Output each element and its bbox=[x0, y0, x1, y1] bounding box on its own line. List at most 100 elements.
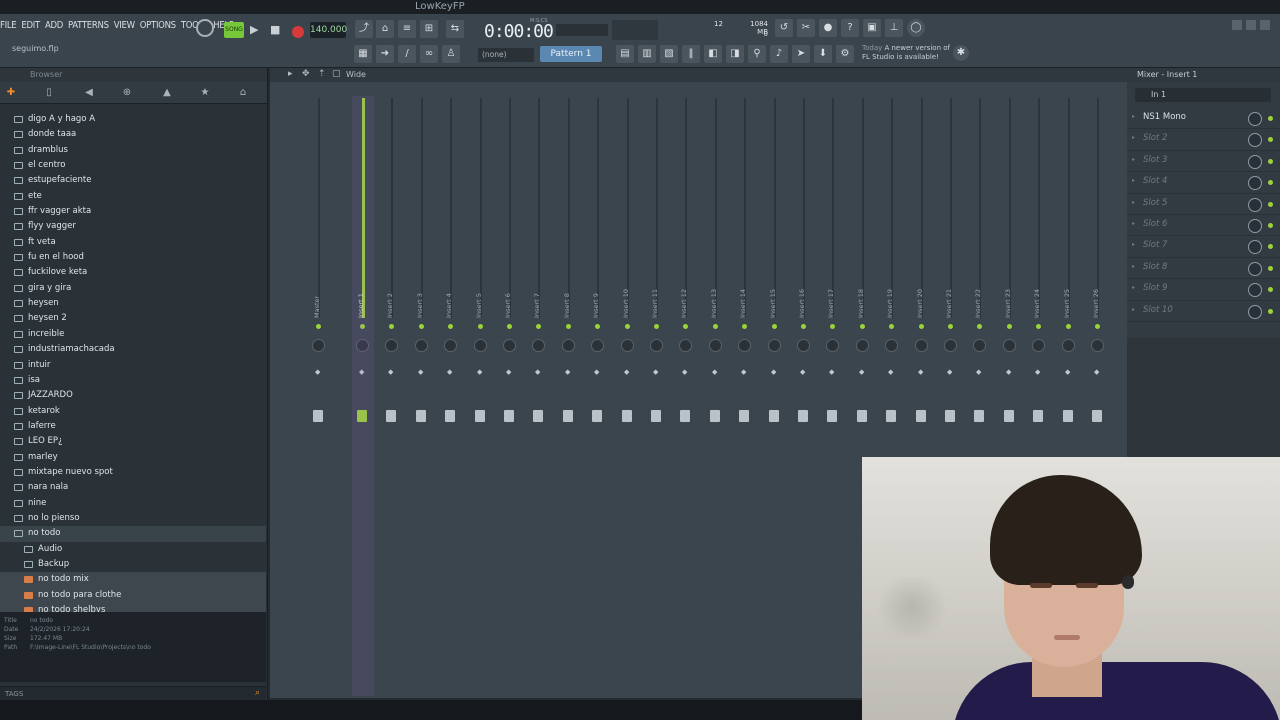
strip-label[interactable]: Insert 17 bbox=[827, 278, 837, 318]
menu-add[interactable]: ADD bbox=[45, 20, 63, 31]
stereo-separation-icon[interactable]: ◆ bbox=[859, 368, 864, 376]
slot-enable-led[interactable] bbox=[1268, 116, 1273, 121]
stop-button[interactable]: ■ bbox=[270, 22, 282, 38]
strip-label[interactable]: Insert 2 bbox=[386, 278, 396, 318]
pan-knob[interactable] bbox=[385, 339, 398, 352]
loop-record-icon[interactable]: ⇆ bbox=[446, 20, 464, 38]
slot-enable-led[interactable] bbox=[1268, 158, 1273, 164]
volume-fader[interactable] bbox=[313, 410, 323, 422]
effect-slot[interactable]: ▸ Slot 9 bbox=[1127, 279, 1280, 301]
mute-led[interactable] bbox=[977, 324, 982, 329]
volume-fader[interactable] bbox=[974, 410, 984, 422]
mute-led[interactable] bbox=[1007, 324, 1012, 329]
folder-item[interactable]: no todo bbox=[0, 526, 266, 542]
mixer-move-icon[interactable]: ✥ bbox=[302, 69, 310, 79]
browser-network-icon[interactable]: ⊕ bbox=[120, 86, 134, 100]
volume-fader[interactable] bbox=[798, 410, 808, 422]
slot-enable-led[interactable] bbox=[1268, 201, 1273, 207]
pan-knob[interactable] bbox=[709, 339, 722, 352]
strip-label[interactable]: Insert 24 bbox=[1033, 278, 1043, 318]
effect-slot[interactable]: ▸ Slot 6 bbox=[1127, 215, 1280, 237]
volume-fader[interactable] bbox=[769, 410, 779, 422]
stereo-separation-icon[interactable]: ◆ bbox=[741, 368, 746, 376]
slot-enable-led[interactable] bbox=[1268, 308, 1273, 314]
stereo-separation-icon[interactable]: ◆ bbox=[888, 368, 893, 376]
refresh-icon[interactable] bbox=[196, 19, 214, 37]
volume-fader[interactable] bbox=[622, 410, 632, 422]
strip-label[interactable]: Insert 14 bbox=[739, 278, 749, 318]
effect-slot[interactable]: ▸ Slot 2 bbox=[1127, 129, 1280, 151]
stereo-separation-icon[interactable]: ◆ bbox=[976, 368, 981, 376]
input-select[interactable]: In 1 bbox=[1135, 88, 1271, 102]
volume-fader[interactable] bbox=[710, 410, 720, 422]
mute-led[interactable] bbox=[919, 324, 924, 329]
playlist-icon[interactable]: ▤ bbox=[616, 45, 634, 63]
pattern-selector[interactable]: Pattern 1 bbox=[540, 46, 602, 62]
mute-led[interactable] bbox=[801, 324, 806, 329]
tag-search-icon[interactable]: ⌕ bbox=[255, 688, 260, 698]
stereo-separation-icon[interactable]: ◆ bbox=[947, 368, 952, 376]
slot-enable-led[interactable] bbox=[1268, 222, 1273, 228]
stereo-separation-icon[interactable]: ◆ bbox=[712, 368, 717, 376]
folder-item[interactable]: industriamachacada bbox=[0, 342, 266, 357]
folder-item[interactable]: heysen bbox=[0, 296, 266, 311]
slot-mix-knob[interactable] bbox=[1248, 154, 1262, 169]
folder-item[interactable]: ketarok bbox=[0, 404, 266, 419]
strip-label[interactable]: Insert 7 bbox=[533, 278, 543, 318]
mixer-menu-icon[interactable]: ▸ bbox=[288, 69, 293, 79]
strip-label[interactable]: Insert 11 bbox=[651, 278, 661, 318]
stereo-separation-icon[interactable]: ◆ bbox=[1065, 368, 1070, 376]
volume-fader[interactable] bbox=[1004, 410, 1014, 422]
strip-label[interactable]: Insert 26 bbox=[1092, 278, 1102, 318]
mute-led[interactable] bbox=[948, 324, 953, 329]
strip-label[interactable]: Insert 13 bbox=[710, 278, 720, 318]
effect-slot[interactable]: ▸ Slot 4 bbox=[1127, 172, 1280, 194]
volume-fader[interactable] bbox=[916, 410, 926, 422]
folder-item[interactable]: Backup bbox=[0, 557, 266, 572]
menu-edit[interactable]: EDIT bbox=[21, 20, 40, 31]
wait-input-icon[interactable]: ⌂ bbox=[376, 20, 394, 38]
pan-knob[interactable] bbox=[1091, 339, 1104, 352]
pan-knob[interactable] bbox=[1003, 339, 1016, 352]
slot-enable-led[interactable] bbox=[1268, 265, 1273, 271]
stereo-separation-icon[interactable]: ◆ bbox=[315, 368, 320, 376]
effect-slot[interactable]: ▸ NS1 Mono bbox=[1127, 108, 1280, 130]
mute-led[interactable] bbox=[625, 324, 630, 329]
menu-patterns[interactable]: PATTERNS bbox=[68, 20, 109, 31]
strip-label[interactable]: Insert 9 bbox=[592, 278, 602, 318]
volume-fader[interactable] bbox=[592, 410, 602, 422]
channel-rack-icon[interactable]: ▥ bbox=[638, 45, 656, 63]
undo-icon[interactable]: ↺ bbox=[775, 19, 793, 37]
folder-item[interactable]: isa bbox=[0, 373, 266, 388]
plug-icon[interactable]: ⚲ bbox=[748, 45, 766, 63]
master-volume-slider[interactable] bbox=[612, 20, 658, 40]
volume-fader[interactable] bbox=[680, 410, 690, 422]
volume-fader[interactable] bbox=[533, 410, 543, 422]
strip-label[interactable]: Insert 23 bbox=[1004, 278, 1014, 318]
slot-mix-knob[interactable] bbox=[1248, 240, 1262, 255]
chat-icon[interactable]: ◯ bbox=[907, 19, 925, 37]
folder-item[interactable]: ete bbox=[0, 189, 266, 204]
mute-led[interactable] bbox=[772, 324, 777, 329]
stereo-separation-icon[interactable]: ◆ bbox=[535, 368, 540, 376]
mute-led[interactable] bbox=[448, 324, 453, 329]
pan-knob[interactable] bbox=[474, 339, 487, 352]
mute-led[interactable] bbox=[1036, 324, 1041, 329]
stereo-separation-icon[interactable]: ◆ bbox=[565, 368, 570, 376]
pan-knob[interactable] bbox=[312, 339, 325, 352]
piano-roll-icon[interactable]: ▧ bbox=[660, 45, 678, 63]
browser-plugin-icon[interactable]: ◀ bbox=[82, 86, 96, 100]
volume-fader[interactable] bbox=[827, 410, 837, 422]
slot-arrow-icon[interactable]: ▸ bbox=[1132, 220, 1135, 227]
pan-knob[interactable] bbox=[1062, 339, 1075, 352]
mute-led[interactable] bbox=[595, 324, 600, 329]
stereo-separation-icon[interactable]: ◆ bbox=[624, 368, 629, 376]
mixer-view-icon[interactable]: ▢ bbox=[332, 69, 341, 79]
mute-led[interactable] bbox=[566, 324, 571, 329]
slot-enable-led[interactable] bbox=[1268, 180, 1273, 186]
stereo-separation-icon[interactable]: ◆ bbox=[829, 368, 834, 376]
volume-fader[interactable] bbox=[563, 410, 573, 422]
pan-knob[interactable] bbox=[503, 339, 516, 352]
mixer-icon[interactable]: ‖ bbox=[682, 45, 700, 63]
folder-item[interactable]: gira y gira bbox=[0, 281, 266, 296]
